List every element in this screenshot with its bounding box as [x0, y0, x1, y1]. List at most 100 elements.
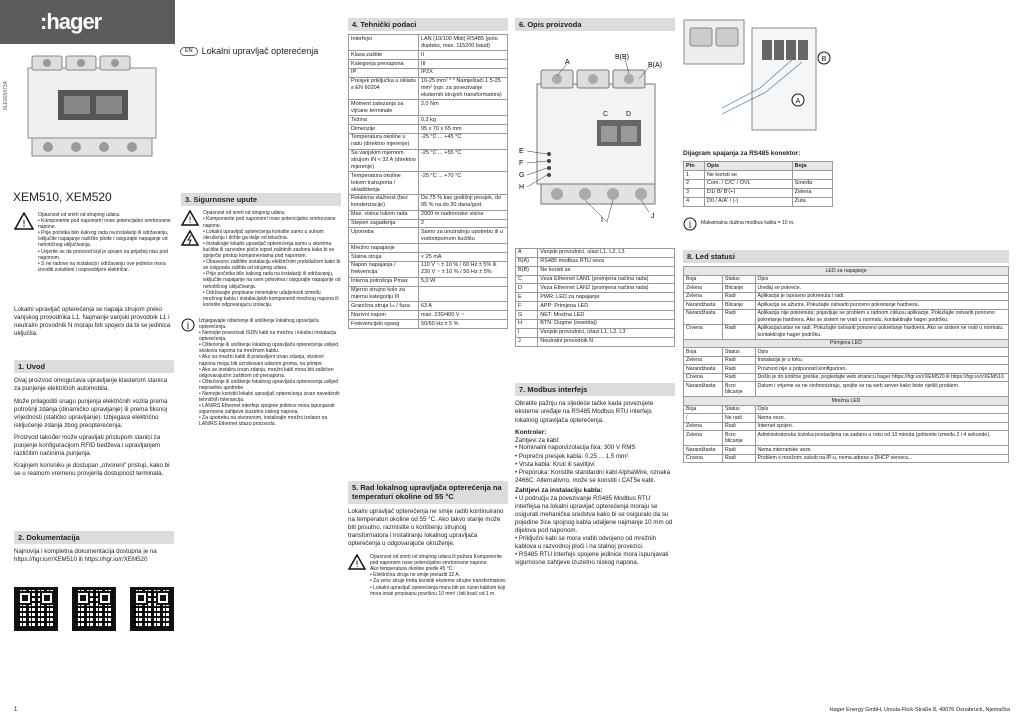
led-status: Brzo blicanje [722, 381, 756, 398]
table-row: Temperatura okoline tokom transporta / s… [348, 171, 509, 195]
rs485-pin-table: Pin Opis Boja 1 Ne koristi se 2 Com. / C/C'… [683, 161, 834, 207]
table-row: Nazivni napon max. 230/400 V ~ [348, 310, 509, 320]
technical-data-table: Interfejsi LAN (10/100 Mbit) RS485 (polu … [348, 34, 509, 329]
warning-triangle-icon: ! [348, 554, 366, 570]
table-row: F APP: Primjena LED [514, 301, 675, 311]
led-status: Radi [722, 308, 756, 325]
color-column-header: Boja [791, 161, 834, 171]
led-column-header: Opis [754, 274, 1009, 285]
spec-label: Temperatura okoline u radu (direktno mje… [348, 132, 419, 150]
section-5-heading: 5. Rad lokalnog upravljača opterećenja n… [348, 481, 508, 504]
led-status: Radi [722, 364, 756, 374]
led-status: Radi [722, 323, 756, 340]
warning-line: Lokalni upravljač opterećenja mora biti … [370, 585, 508, 597]
led-column-header: Status [722, 404, 756, 415]
led-column-header: Opis [754, 404, 1009, 415]
led-color: Narandžasta [683, 300, 723, 310]
installation-heading: Zahtjevi za instalaciju kabla: [515, 486, 603, 494]
table-row: Stepen zagađenja 2 [348, 218, 509, 229]
svg-text:!: ! [355, 560, 359, 570]
table-row: Kategorija prenapona III [348, 59, 509, 69]
spec-label: Presjek priključka u skladu s EN 60204 [348, 76, 419, 101]
led-color: Narandžasta [683, 308, 723, 325]
led-column-header: Status [722, 274, 756, 285]
warning-line: Opasnost od smrti od strujnog udara ili … [370, 554, 503, 567]
callout-label: I [601, 217, 603, 224]
warning-line: Instalirajte lokalni upravljač opterećen… [203, 241, 341, 259]
wire-color: Smeđa [791, 178, 834, 189]
led-description: Administratorska lozinka postavljena na … [754, 430, 1009, 447]
led-group-heading-row: Primjena LED [683, 338, 1009, 349]
section-3-heading: 3. Sigurnosne upute [181, 193, 341, 207]
led-group-heading-row: LED za napajanje [683, 266, 1009, 276]
product-image [18, 50, 168, 165]
table-row: A Vanjski provodnici, ulazi L1, L2, L3 [514, 247, 675, 258]
table-row: Zelena Radi Internet spojen. [683, 421, 1009, 432]
led-description: Aplikacija je ispravno pokrenuta i radi. [754, 291, 1009, 302]
connector-diagram-title: Dijagram spajanja za RS485 konektor: [683, 150, 801, 157]
wire-color [791, 170, 834, 180]
component-description: Veza Ethernet LAN1 (promjena načina rada… [537, 274, 675, 285]
table-row: Narandžasta Radi Proizvod nije u potpunost… [683, 364, 1009, 374]
description-column-header: Opis [703, 161, 793, 171]
table-row: Napon napajanja / frekvencija 110 V ~ ± 1… [348, 260, 509, 278]
table-row: I Vanjski provodnici, izlazi L1, L2, L3 [514, 327, 675, 338]
table-row: Težina 0,3 kg [348, 115, 509, 125]
table-row: Mrežno napajanje [348, 243, 509, 253]
led-color: Crvena [683, 323, 723, 340]
section-1-paragraph: Proizvod također može upravljati pristup… [14, 433, 161, 457]
led-status: Radi [722, 355, 756, 366]
spec-value: 2,0 Nm [417, 99, 509, 117]
spec-label: Moment zatezanja za vijčane terminale [348, 99, 419, 117]
table-row: Crvena Radi Aplikacija/ustav ne radi. Poku… [683, 323, 1009, 340]
spec-value [417, 243, 509, 253]
spec-value: Samo za unutrašnju upotrebu ili u vodoot… [417, 227, 509, 245]
connector-diagram: A B [682, 18, 832, 138]
section-5-text: Lokalni upravljač opterećenja ne smije r… [348, 507, 504, 547]
component-description: Ne koristi se [537, 265, 675, 276]
led-description: Aplikacija se ažurira. Pokušajte ostvari… [754, 300, 1009, 310]
spec-value [417, 285, 509, 303]
pin-description: D0 / A/A' / (-) [703, 196, 793, 207]
component-key: D [514, 283, 539, 294]
info-icon: i [181, 318, 195, 332]
spec-value: 95 x 70 x 65 mm [417, 124, 509, 134]
component-key: I [514, 327, 539, 338]
installation-requirement: Priključni kabl se mora voditi odvojeno … [515, 535, 675, 551]
pin-column-header: Pin [683, 161, 705, 171]
led-description: Nema internetske veze. [754, 445, 1009, 455]
led-description: Aplikacija nije pokrenuta; pojavljuje se… [754, 308, 1009, 325]
spec-value: LAN (10/100 Mbit) RS485 (polu dupleks, m… [417, 34, 509, 52]
table-row: Mjerno strujno kolo za mjernu kategoriju… [348, 285, 509, 303]
led-group-heading-row: Mrežna LED [683, 396, 1009, 406]
led-status: Blicanje [722, 300, 756, 310]
pin-number: 1 [683, 170, 705, 180]
document-code: 6LE005473A [3, 81, 9, 110]
led-status: Radi [722, 372, 756, 383]
callout-label: B(B) [615, 54, 629, 61]
info-line: Ako su mrežni kabli ili postavljeni izva… [199, 354, 341, 366]
led-description: Nema veze. [754, 413, 1009, 423]
product-diagram: A B(B) B(A) E F G H C D I J [515, 34, 675, 228]
table-row: Frekvencijski opseg 50/60 Hz ± 5 % [348, 319, 509, 329]
intro-text: Lokalni upravljač opterećenja se napaja … [14, 306, 171, 338]
spec-value: -25 °C ... +70 °C [417, 171, 509, 195]
led-color: Zelena [683, 355, 723, 366]
component-description: APP: Primjena LED [537, 301, 675, 311]
led-color: Narandžasta [683, 381, 723, 398]
spec-label: Stepen zagađenja [348, 218, 419, 229]
spec-value: 10-25 mm² * * Namještači 1.5-25 mm² (npr… [417, 76, 509, 101]
temperature-warning: ! Opasnost od smrti od strujnog udara il… [348, 552, 508, 597]
table-row: 4 D0 / A/A' / (-) Žuta [683, 196, 834, 207]
cable-length-note: i Maksimalna dužina modbus kabla = 10 m. [683, 217, 833, 231]
led-status: Ne radi [722, 413, 756, 423]
spec-value: Do 75 % kao godišnji prosjek, do 95 % na… [417, 193, 509, 211]
led-header-row: Boja Status Opis [683, 404, 1009, 415]
led-status: Radi [722, 421, 756, 432]
installation-requirement: RS485 RTU interfejs spojene jedinice mor… [515, 551, 675, 567]
component-key: C [514, 274, 539, 285]
spec-value: 2 [417, 218, 509, 229]
spec-label: Sa vanjskim mjernom strujom IN < 32 A (d… [348, 148, 419, 173]
electric-hazard-icon [181, 230, 199, 247]
led-header-row: Boja Status Opis [683, 274, 1009, 285]
